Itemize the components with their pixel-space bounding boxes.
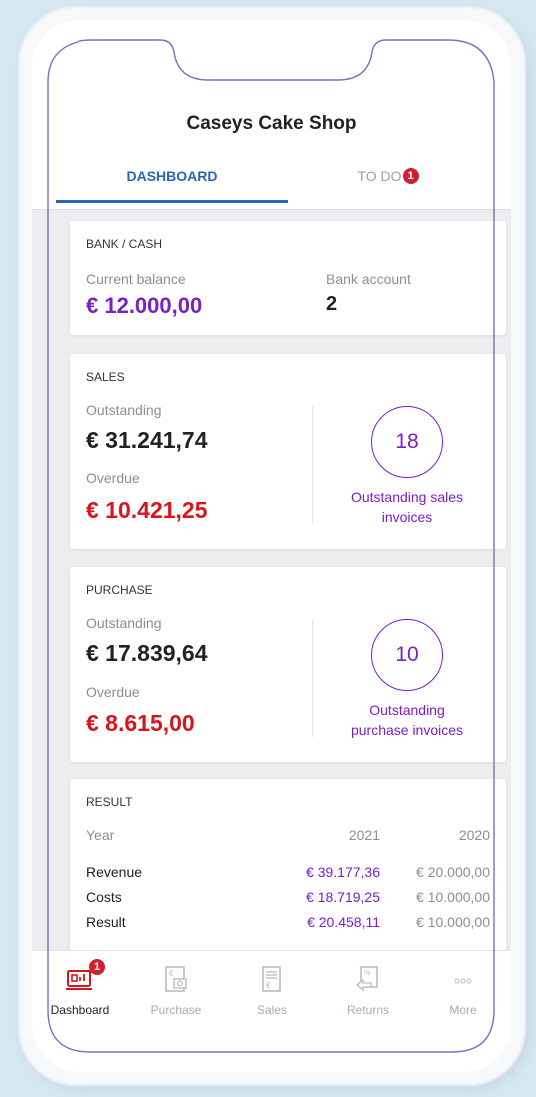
- sales-outstanding-label: Outstanding: [86, 402, 162, 418]
- app-header: Caseys Cake Shop DASHBOARD TO DO 1: [32, 20, 511, 210]
- purchase-outstanding-value: € 17.839,64: [86, 640, 208, 666]
- purchase-divider: [312, 619, 313, 737]
- purchase-card[interactable]: PURCHASE Outstanding € 17.839,64 Overdue…: [70, 567, 506, 762]
- nav-purchase-label: Purchase: [150, 1003, 202, 1017]
- purchase-overdue-value: € 8.615,00: [86, 710, 195, 736]
- purchase-title: PURCHASE: [86, 583, 153, 597]
- tab-todo-label: TO DO: [357, 168, 402, 184]
- result-row-costs: Costs € 18.719,25 € 10.000,00: [86, 889, 490, 911]
- row-label: Revenue: [86, 864, 143, 880]
- nav-sales-label: Sales: [256, 1003, 288, 1017]
- nav-sales[interactable]: € Sales: [224, 951, 320, 1031]
- svg-text:€: €: [266, 981, 271, 990]
- nav-dashboard-label: Dashboard: [50, 1003, 110, 1017]
- bank-cash-card[interactable]: BANK / CASH Current balance € 12.000,00 …: [70, 221, 506, 335]
- year-2021: 2021: [348, 827, 380, 843]
- nav-more[interactable]: More: [415, 951, 511, 1031]
- svg-text:%: %: [364, 970, 370, 977]
- purchase-icon: €: [165, 966, 187, 992]
- costs-2020: € 10.000,00: [416, 889, 490, 905]
- revenue-2021: € 39.177,36: [306, 864, 380, 880]
- sales-title: SALES: [86, 370, 125, 384]
- sales-outstanding-value: € 31.241,74: [86, 427, 208, 453]
- bank-account-count: 2: [326, 293, 338, 315]
- nav-more-label: More: [449, 1003, 477, 1017]
- purchase-caption-line2: purchase invoices: [350, 722, 464, 738]
- result-2021: € 20.458,11: [307, 914, 380, 930]
- result-row-revenue: Revenue € 39.177,36 € 20.000,00: [86, 864, 490, 886]
- nav-purchase[interactable]: € Purchase: [128, 951, 224, 1031]
- sales-caption-line1: Outstanding sales: [350, 489, 464, 505]
- sales-invoice-count[interactable]: 18: [371, 406, 443, 478]
- row-label: Result: [86, 914, 126, 930]
- bank-cash-title: BANK / CASH: [86, 237, 163, 251]
- purchase-outstanding-label: Outstanding: [86, 615, 162, 631]
- purchase-overdue-label: Overdue: [86, 684, 140, 700]
- purchase-invoice-count[interactable]: 10: [371, 619, 443, 691]
- sales-overdue-label: Overdue: [86, 470, 140, 486]
- app-screen: Caseys Cake Shop DASHBOARD TO DO 1 BANK /…: [32, 20, 511, 1072]
- purchase-caption-line1: Outstanding: [369, 702, 445, 718]
- todo-badge: 1: [402, 168, 419, 184]
- revenue-2020: € 20.000,00: [416, 864, 490, 880]
- row-label: Costs: [86, 889, 122, 905]
- year-2020: 2020: [458, 827, 490, 843]
- shop-title: Caseys Cake Shop: [186, 113, 357, 134]
- tab-dashboard[interactable]: DASHBOARD: [56, 168, 288, 184]
- result-row-result: Result € 20.458,11 € 10.000,00: [86, 914, 490, 936]
- result-header-row: Year 2021 2020: [86, 827, 490, 849]
- bottom-navigation: 1 Dashboard € Purchase € Sales % Returns…: [32, 950, 511, 1072]
- nav-returns-label: Returns: [346, 1003, 390, 1017]
- bank-account-label: Bank account: [326, 271, 411, 287]
- active-tab-indicator: [56, 200, 288, 203]
- tab-dashboard-label: DASHBOARD: [126, 168, 218, 184]
- sales-overdue-value: € 10.421,25: [86, 497, 208, 523]
- costs-2021: € 18.719,25: [306, 889, 380, 905]
- sales-caption-line2: invoices: [381, 509, 433, 525]
- result-card[interactable]: RESULT Year 2021 2020 Revenue € 39.177,3…: [70, 779, 506, 979]
- sales-card[interactable]: SALES Outstanding € 31.241,74 Overdue € …: [70, 354, 506, 549]
- sales-divider: [312, 406, 313, 524]
- sales-icon: €: [262, 966, 281, 992]
- returns-icon: %: [355, 966, 378, 992]
- current-balance-value: € 12.000,00: [86, 293, 203, 318]
- more-icon: [454, 978, 472, 984]
- current-balance-label: Current balance: [86, 271, 186, 287]
- purchase-invoice-caption: Outstanding purchase invoices: [322, 700, 492, 740]
- year-label: Year: [86, 827, 115, 843]
- tab-todo[interactable]: TO DO 1: [288, 168, 488, 184]
- nav-dashboard[interactable]: 1 Dashboard: [32, 951, 128, 1031]
- svg-text:€: €: [169, 969, 174, 978]
- sales-invoice-caption: Outstanding sales invoices: [322, 487, 492, 527]
- nav-returns[interactable]: % Returns: [320, 951, 416, 1031]
- result-title: RESULT: [86, 795, 133, 809]
- result-2020: € 10.000,00: [416, 914, 490, 930]
- dashboard-badge: 1: [89, 959, 105, 975]
